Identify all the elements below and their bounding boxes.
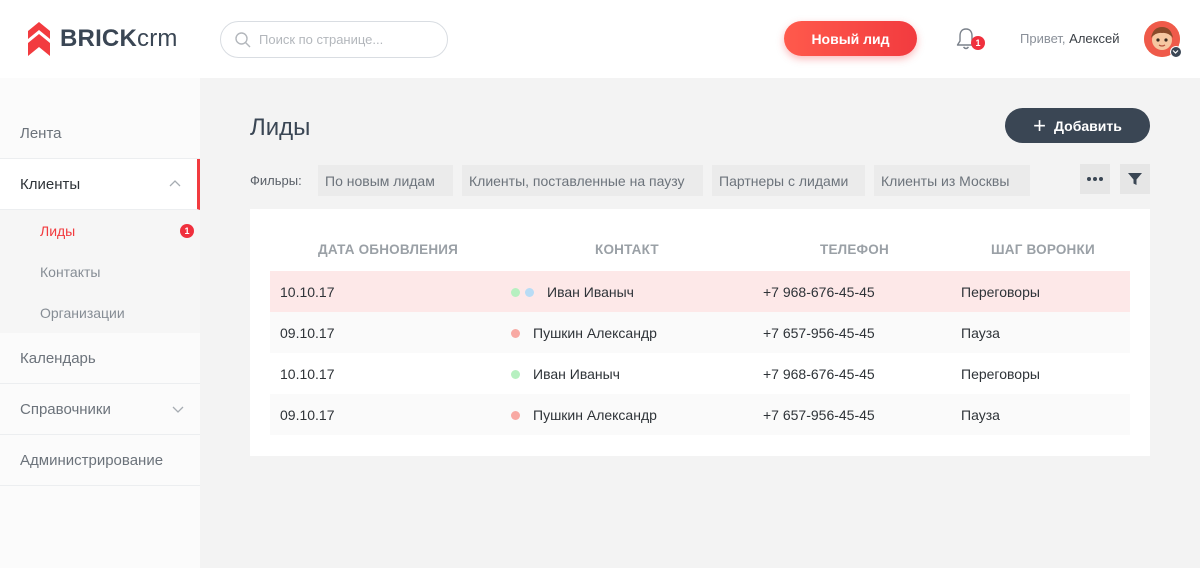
filter-chip-label: Клиенты, поставленные на паузу (469, 172, 685, 189)
cell-date: 10.10.17 (280, 284, 335, 300)
new-lead-button[interactable]: Новый лид (784, 21, 917, 56)
sidebar-item-feed[interactable]: Лента (0, 108, 200, 159)
filter-chip-moscow-clients[interactable]: Клиенты из Москвы (874, 165, 1030, 196)
page-title: Лиды (250, 114, 311, 141)
chevron-up-icon (169, 180, 181, 187)
sidebar-subitem-contacts[interactable]: Контакты (0, 251, 200, 292)
table-row[interactable]: 10.10.17 Иван Иваныч +7 968-676-45-45 Пе… (270, 271, 1130, 312)
filter-chip-partners[interactable]: Партнеры с лидами (712, 165, 865, 196)
search-box[interactable] (220, 21, 448, 58)
cell-date: 10.10.17 (280, 366, 335, 382)
logo-wordmark-bold: BRICK (60, 25, 137, 52)
add-button[interactable]: + Добавить (1005, 108, 1150, 143)
avatar-menu-chevron-icon[interactable] (1170, 46, 1182, 58)
sidebar: Лента Клиенты Лиды 1 Контакты Организаци… (0, 78, 200, 568)
more-dots-icon (1087, 177, 1103, 181)
cell-contact[interactable]: Пушкин Александр (533, 407, 657, 423)
filters-label: Фильры: (250, 173, 302, 188)
status-dot (525, 288, 534, 297)
filter-chip-label: По новым лидам (325, 172, 435, 189)
filter-chip-new-leads[interactable]: По новым лидам (318, 165, 453, 196)
cell-stage: Пауза (961, 407, 1000, 423)
logo[interactable]: BRICKcrm (28, 22, 178, 56)
sidebar-subitem-label: Контакты (40, 263, 101, 280)
sidebar-item-clients[interactable]: Клиенты (0, 159, 200, 210)
sidebar-item-directories[interactable]: Справочники (0, 384, 200, 435)
cell-date: 09.10.17 (280, 407, 335, 423)
filter-chip-label: Клиенты из Москвы (881, 172, 1010, 189)
status-dot (511, 370, 520, 379)
filter-chip-label: Партнеры с лидами (719, 172, 849, 189)
sidebar-item-administration[interactable]: Администрирование (0, 435, 200, 486)
sidebar-subitem-leads[interactable]: Лиды 1 (0, 210, 200, 251)
sidebar-subitem-label: Организации (40, 304, 125, 321)
sidebar-item-label: Календарь (20, 349, 96, 367)
notifications-badge: 1 (971, 36, 985, 50)
chevron-down-icon (172, 406, 184, 413)
funnel-icon (1128, 173, 1142, 185)
cell-contact[interactable]: Иван Иваныч (547, 284, 634, 300)
user-greeting: Привет, Алексей (1020, 31, 1119, 46)
avatar[interactable] (1144, 21, 1182, 58)
sidebar-item-calendar[interactable]: Календарь (0, 333, 200, 384)
search-icon (235, 31, 251, 47)
user-name: Алексей (1069, 31, 1120, 46)
cell-stage: Переговоры (961, 366, 1040, 382)
sidebar-subitem-label: Лиды (40, 222, 76, 239)
cell-stage: Пауза (961, 325, 1000, 341)
cell-phone: +7 657-956-45-45 (763, 325, 875, 341)
notifications-button[interactable]: 1 (955, 27, 987, 53)
status-dot (511, 411, 520, 420)
column-header-contact[interactable]: КОНТАКТ (595, 242, 659, 257)
table-row[interactable]: 10.10.17 Иван Иваныч +7 968-676-45-45 Пе… (270, 353, 1130, 394)
status-dot (511, 288, 520, 297)
filter-chip-paused-clients[interactable]: Клиенты, поставленные на паузу (462, 165, 703, 196)
logo-wordmark-light: crm (137, 25, 178, 52)
sidebar-item-label: Администрирование (20, 451, 164, 469)
column-header-updated[interactable]: ДАТА ОБНОВЛЕНИЯ (318, 242, 458, 257)
cell-phone: +7 968-676-45-45 (763, 366, 875, 382)
logo-wordmark: BRICKcrm (60, 25, 178, 53)
sidebar-subitem-organizations[interactable]: Организации (0, 292, 200, 333)
filter-button[interactable] (1120, 164, 1150, 194)
column-header-phone[interactable]: ТЕЛЕФОН (820, 242, 889, 257)
sidebar-item-label: Клиенты (20, 175, 81, 193)
cell-contact[interactable]: Пушкин Александр (533, 325, 657, 341)
leads-count-badge: 1 (180, 224, 194, 238)
search-input[interactable] (259, 32, 439, 47)
table-row[interactable]: 09.10.17 Пушкин Александр +7 657-956-45-… (270, 312, 1130, 353)
cell-date: 09.10.17 (280, 325, 335, 341)
add-button-label: Добавить (1054, 117, 1122, 134)
plus-icon: + (1033, 112, 1047, 138)
status-dot (511, 329, 520, 338)
column-header-stage[interactable]: ШАГ ВОРОНКИ (991, 242, 1095, 257)
brick-logo-icon (28, 22, 50, 56)
cell-contact[interactable]: Иван Иваныч (533, 366, 620, 382)
leads-table: ДАТА ОБНОВЛЕНИЯ КОНТАКТ ТЕЛЕФОН ШАГ ВОРО… (250, 209, 1150, 456)
greeting-text: Привет, (1020, 31, 1066, 46)
sidebar-item-label: Лента (20, 124, 62, 142)
more-filters-button[interactable] (1080, 164, 1110, 194)
cell-stage: Переговоры (961, 284, 1040, 300)
top-bar: BRICKcrm Новый лид 1 Привет, Алексей (0, 0, 1200, 78)
cell-phone: +7 657-956-45-45 (763, 407, 875, 423)
cell-phone: +7 968-676-45-45 (763, 284, 875, 300)
table-row[interactable]: 09.10.17 Пушкин Александр +7 657-956-45-… (270, 394, 1130, 435)
sidebar-item-label: Справочники (20, 400, 111, 418)
